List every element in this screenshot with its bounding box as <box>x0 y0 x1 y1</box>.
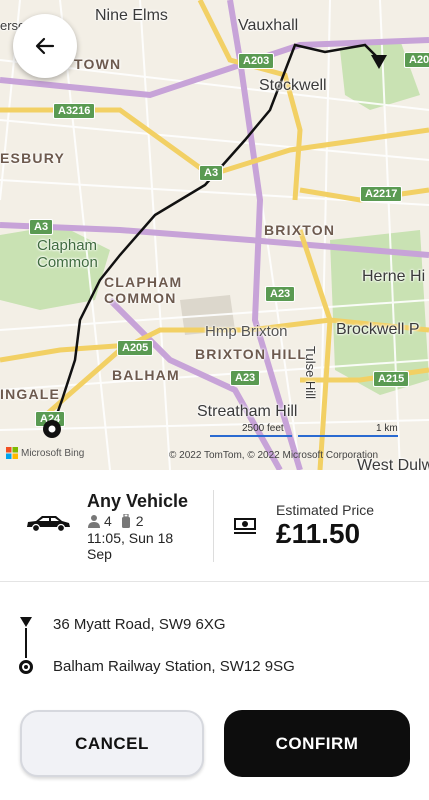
map-destination-marker-icon <box>371 55 387 69</box>
road-shield-a23: A23 <box>265 286 296 302</box>
road-shield-a3216: A3216 <box>53 103 96 119</box>
map-label-vauxhall: Vauxhall <box>238 17 299 34</box>
scale-km-bar <box>298 435 398 437</box>
estimated-price-label: Estimated Price <box>276 502 375 518</box>
money-icon <box>234 518 256 534</box>
map-label-herne-hill: Herne Hi <box>362 268 426 285</box>
microsoft-logo-icon <box>6 447 18 459</box>
cancel-button[interactable]: CANCEL <box>20 710 204 777</box>
luggage-icon <box>121 514 130 528</box>
road-shield-a215: A215 <box>373 371 410 387</box>
road-shield-a3-west: A3 <box>29 219 54 235</box>
luggage-count: 2 <box>135 513 144 529</box>
scale-km-label: 1 km <box>376 423 398 434</box>
vehicle-name: Any Vehicle <box>87 491 189 511</box>
road-shield-a23-south: A23 <box>230 370 261 386</box>
map-label-hmp-brixton: Hmp Brixton <box>205 323 288 340</box>
car-icon <box>27 516 70 533</box>
passenger-count: 4 <box>104 513 112 529</box>
map-label-ingale: INGALE <box>0 386 61 402</box>
info-divider <box>213 490 214 562</box>
map-label-brockwell: Brockwell P <box>336 321 420 338</box>
scale-feet-bar <box>210 435 292 437</box>
map-label-stockwell: Stockwell <box>259 77 327 94</box>
road-shield-a20: A20 <box>404 52 429 68</box>
back-button[interactable] <box>13 14 77 78</box>
road-shield-a2217: A2217 <box>360 186 403 202</box>
map-label-esbury: ESBURY <box>0 150 66 166</box>
attribution-text: Microsoft Bing <box>21 447 85 459</box>
map-label-tulse-hill: Tulse Hill <box>303 346 318 399</box>
road-shield-a205: A205 <box>117 340 154 356</box>
destination-address: 36 Myatt Road, SW9 6XG <box>53 616 226 633</box>
map-label-nine-elms: Nine Elms <box>95 7 168 24</box>
pickup-time: 11:05, Sun 18 Sep <box>87 530 174 562</box>
map-label-town: TOWN <box>74 56 122 72</box>
arrow-left-icon <box>35 37 55 55</box>
person-icon <box>88 515 100 528</box>
map-label-brixton-hill: BRIXTON HILL <box>195 346 308 362</box>
map-label-balham: BALHAM <box>112 367 180 383</box>
route-connector <box>25 628 27 658</box>
map-label-clapham-common-park: Clapham Common <box>37 237 98 271</box>
road-shield-a3: A3 <box>199 165 224 181</box>
route-map[interactable]: Nine Elms Vauxhall Stockwell BRIXTON Cla… <box>0 0 429 470</box>
origin-address: Balham Railway Station, SW12 9SG <box>53 658 295 675</box>
vehicle-capacity: 4 2 <box>87 513 144 529</box>
scale-feet-label: 2500 feet <box>242 423 284 434</box>
estimated-price-value: £11.50 <box>276 518 361 549</box>
bing-attribution: Microsoft Bing <box>6 447 84 459</box>
road-shield-a203: A203 <box>238 53 275 69</box>
map-label-brixton: BRIXTON <box>264 222 336 238</box>
origin-marker-icon <box>19 660 33 674</box>
destination-marker-icon <box>20 617 32 627</box>
map-label-streatham-hill: Streatham Hill <box>197 403 298 420</box>
map-label-clapham-common: CLAPHAM COMMON <box>104 274 183 306</box>
map-copyright: © 2022 TomTom, © 2022 Microsoft Corporat… <box>169 450 379 461</box>
confirm-button[interactable]: CONFIRM <box>224 710 410 777</box>
map-origin-marker-icon <box>43 420 61 438</box>
